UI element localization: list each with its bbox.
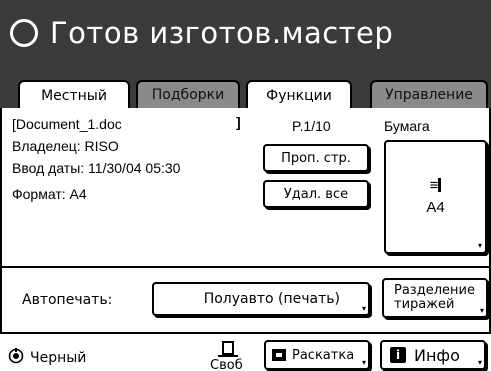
document-format: Формат: A4: [12, 186, 87, 202]
document-info-panel: [Document_1.doc ] Владелец: RISO Ввод да…: [0, 108, 491, 266]
corner-mark-icon: ▾: [361, 358, 366, 367]
paper-tray-icon: ≡: [430, 178, 442, 193]
free-memory-label: Своб: [210, 358, 243, 371]
info-icon: i: [390, 347, 406, 363]
autoprint-value: Полуавто (печать): [203, 291, 340, 307]
corner-mark-icon: ▾: [477, 358, 482, 367]
corner-mark-icon: ▾: [361, 304, 366, 313]
ink-color-label: Черный: [30, 350, 87, 366]
status-ring-icon: [10, 19, 38, 47]
rask-button[interactable]: Раскатка ▾: [264, 340, 370, 370]
autoprint-label: Автопечать:: [22, 292, 113, 308]
split-runs-button[interactable]: Разделение тиражей ▾: [382, 278, 488, 318]
free-memory-icon: [222, 341, 234, 355]
status-text: Готов изготов.мастер: [50, 16, 394, 50]
autoprint-select-button[interactable]: Полуавто (печать) ▾: [152, 282, 370, 316]
page-number: P.1/10: [292, 118, 331, 134]
paper-size: A4: [426, 199, 445, 216]
document-name-bracket: ]: [236, 114, 241, 130]
corner-mark-icon: ▾: [479, 306, 484, 315]
status-title: Готов изготов.мастер: [10, 10, 393, 56]
bottom-status-row: Черный Своб Раскатка ▾ i Инфо ▾: [0, 334, 491, 371]
delete-all-button[interactable]: Удал. все: [263, 180, 369, 208]
tab-collections[interactable]: Подборки: [136, 80, 240, 108]
document-name: [Document_1.doc: [12, 116, 122, 132]
ink-drum-icon: [8, 348, 24, 364]
autoprint-row: Автопечать: Полуавто (печать) ▾ Разделен…: [0, 268, 491, 332]
document-owner: Владелец: RISO: [12, 138, 119, 154]
tab-functions[interactable]: Функции: [246, 80, 352, 110]
document-date: Ввод даты: 11/30/04 05:30: [12, 160, 181, 176]
tab-local[interactable]: Местный: [18, 80, 130, 110]
free-memory-icon-base: [218, 354, 238, 357]
tab-management[interactable]: Управление: [370, 80, 488, 108]
info-button[interactable]: i Инфо ▾: [380, 340, 486, 370]
paper-button[interactable]: ≡ A4 ▾: [384, 140, 487, 254]
rask-icon: [272, 349, 286, 361]
paper-label: Бумага: [384, 118, 430, 134]
corner-mark-icon: ▾: [477, 241, 482, 250]
proof-page-button[interactable]: Проп. стр.: [263, 144, 369, 172]
